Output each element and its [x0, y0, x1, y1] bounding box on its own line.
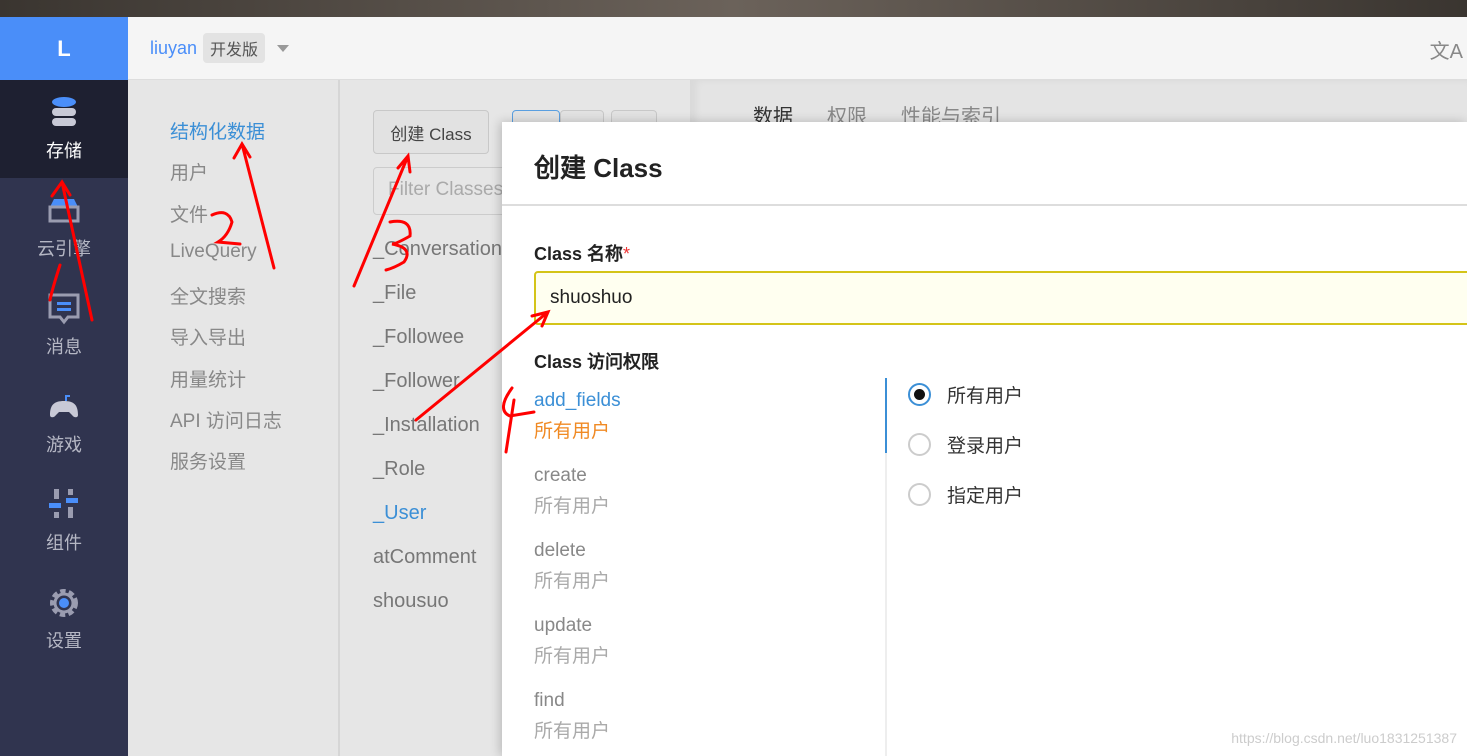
topbar: liuyan 开发版 文A [128, 17, 1467, 80]
required-mark: * [623, 244, 631, 264]
radio-logged-in-users[interactable]: 登录用户 [908, 431, 1023, 458]
subnav-item[interactable]: LiveQuery [170, 241, 338, 282]
permission-item-find[interactable]: find 所有用户 [534, 690, 610, 743]
sidebar-item-cloud-engine[interactable]: 云引擎 [0, 178, 128, 276]
radio-label: 登录用户 [947, 436, 1024, 457]
sidebar-item-storage[interactable]: 存储 [0, 80, 128, 178]
storage-subnav: 结构化数据 用户 文件 LiveQuery 全文搜索 导入导出 用量统计 API… [128, 80, 340, 756]
subnav-item[interactable]: 导入导出 [170, 323, 338, 364]
class-item[interactable]: _Follower [373, 370, 502, 414]
database-icon [52, 97, 76, 126]
sidebar-item-settings[interactable]: 设置 [0, 570, 128, 668]
access-label: Class 访问权限 [534, 352, 660, 372]
class-item[interactable]: _Followee [373, 326, 502, 370]
class-item[interactable]: shousuo [373, 590, 502, 634]
subnav-item[interactable]: API 访问日志 [170, 406, 338, 447]
label-text: Class 名称 [534, 244, 624, 264]
edition-badge: 开发版 [203, 33, 266, 63]
create-class-button[interactable]: 创建 Class [373, 110, 489, 154]
translate-icon[interactable]: 文A [1430, 35, 1463, 64]
permission-name: delete [534, 540, 586, 561]
class-list: _Conversation _File _Followee _Follower … [373, 238, 502, 634]
sidebar-item-games[interactable]: 游戏 [0, 374, 128, 472]
permission-value: 所有用户 [534, 721, 611, 742]
app-logo[interactable]: L [0, 17, 128, 80]
class-item[interactable]: _File [373, 282, 502, 326]
sidebar: 存储 云引擎 消息 游戏 组件 设置 [0, 80, 128, 756]
class-item[interactable]: _Installation [373, 414, 502, 458]
class-item[interactable]: _User [373, 502, 502, 546]
permission-item-add-fields[interactable]: add_fields 所有用户 [534, 390, 621, 443]
app-name[interactable]: liuyan [150, 38, 197, 59]
sidebar-item-components[interactable]: 组件 [0, 472, 128, 570]
browser-bookmarks-bar [0, 0, 1467, 17]
message-icon [48, 293, 80, 325]
subnav-item[interactable]: 服务设置 [170, 447, 338, 488]
permission-value: 所有用户 [534, 646, 611, 667]
permission-value: 所有用户 [534, 496, 611, 517]
permission-value: 所有用户 [534, 571, 611, 592]
subnav-item[interactable]: 结构化数据 [170, 117, 338, 158]
gear-icon [50, 589, 78, 617]
subnav-item[interactable]: 用户 [170, 158, 338, 199]
modal-title: 创建 Class [502, 122, 1467, 206]
radio-icon [908, 483, 931, 506]
permission-item-create[interactable]: create 所有用户 [534, 465, 610, 518]
permission-name: update [534, 615, 593, 636]
class-item[interactable]: _Conversation [373, 238, 502, 282]
radio-specified-users[interactable]: 指定用户 [908, 481, 1023, 508]
radio-icon [908, 433, 931, 456]
watermark: https://blog.csdn.net/luo1831251387 [1231, 730, 1457, 746]
create-class-modal: 创建 Class Class 名称* Class 访问权限 add_fields… [502, 122, 1467, 756]
radio-icon [908, 383, 931, 406]
class-item[interactable]: atComment [373, 546, 502, 590]
permission-item-delete[interactable]: delete 所有用户 [534, 540, 610, 593]
permission-name: create [534, 465, 587, 486]
class-name-input[interactable] [534, 271, 1467, 325]
gamepad-icon [50, 395, 78, 418]
class-name-label: Class 名称* [534, 240, 630, 266]
sidebar-item-message[interactable]: 消息 [0, 276, 128, 374]
components-icon [49, 489, 78, 518]
permission-name: add_fields [534, 390, 621, 411]
subnav-item[interactable]: 用量统计 [170, 365, 338, 406]
permission-value: 所有用户 [534, 421, 611, 442]
divider [885, 378, 887, 756]
permission-name: find [534, 690, 565, 711]
chevron-down-icon[interactable] [277, 44, 290, 52]
subnav-item[interactable]: 文件 [170, 200, 338, 241]
subnav-item[interactable]: 全文搜索 [170, 282, 338, 323]
radio-all-users[interactable]: 所有用户 [908, 381, 1023, 408]
permission-item-update[interactable]: update 所有用户 [534, 615, 610, 668]
cloud-engine-icon [48, 199, 80, 223]
radio-label: 所有用户 [947, 386, 1024, 407]
class-item[interactable]: _Role [373, 458, 502, 502]
radio-label: 指定用户 [947, 486, 1024, 507]
